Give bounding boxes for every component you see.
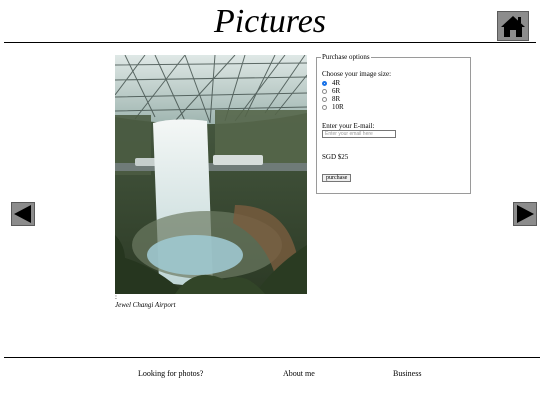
size-option-label: 8R [332, 95, 341, 103]
email-label: Enter your E-mail: [322, 122, 375, 130]
footer-link-about-me[interactable]: About me [283, 369, 315, 379]
radio-10r[interactable] [322, 104, 327, 110]
arrow-right-icon [517, 205, 534, 223]
previous-image-button[interactable] [11, 202, 35, 226]
home-button[interactable] [497, 11, 529, 41]
size-label: Choose your image size: [322, 70, 392, 78]
size-option-label: 4R [332, 79, 341, 87]
size-option-4r[interactable]: 4R [322, 79, 466, 87]
email-field[interactable]: Enter your email here [322, 130, 396, 138]
caption-prefix: : [115, 293, 117, 301]
price-text: SGD $25 [322, 153, 349, 161]
radio-8r[interactable] [322, 96, 327, 102]
gallery-photo [115, 55, 307, 294]
size-option-label: 10R [332, 103, 344, 111]
footer-link-looking-for-photos[interactable]: Looking for photos? [138, 369, 203, 379]
radio-4r[interactable] [322, 80, 327, 86]
purchase-button[interactable]: purchase [322, 174, 352, 182]
size-option-10r[interactable]: 10R [322, 103, 466, 111]
size-option-label: 6R [332, 87, 341, 95]
footer-link-business[interactable]: Business [393, 369, 421, 379]
size-option-8r[interactable]: 8R [322, 95, 466, 103]
page-title: Pictures [213, 3, 327, 40]
next-image-button[interactable] [513, 202, 537, 226]
photo-caption: Jewel Changi Airport [115, 301, 176, 309]
size-option-6r[interactable]: 6R [322, 87, 466, 95]
purchase-options-legend: Purchase options [322, 53, 370, 61]
arrow-left-icon [14, 205, 31, 223]
footer-divider [4, 357, 540, 358]
home-icon [501, 16, 525, 37]
radio-6r[interactable] [322, 88, 327, 94]
header-divider [4, 42, 536, 43]
purchase-options-panel: Purchase options Choose your image size:… [316, 53, 471, 194]
